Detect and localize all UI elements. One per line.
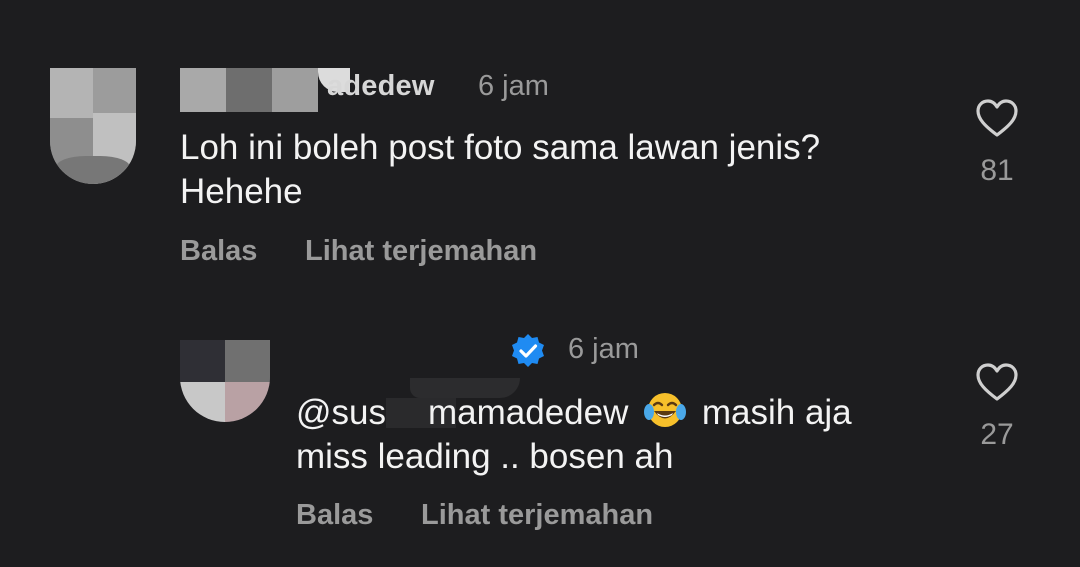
comments-thread: adedew 6 jam Loh ini boleh post foto sam… — [0, 0, 1080, 567]
see-translation-button[interactable]: Lihat terjemahan — [305, 235, 537, 268]
username[interactable]: adedew — [327, 70, 435, 103]
like-count: 27 — [980, 418, 1014, 451]
heart-icon — [976, 99, 1018, 137]
mention-link[interactable]: @sus — [296, 393, 386, 432]
avatar[interactable] — [180, 340, 270, 422]
comment-time: 6 jam — [478, 70, 549, 102]
verified-badge-icon — [512, 334, 544, 367]
comment-text: @sus mamadedew masih aja miss leading .. … — [296, 390, 852, 479]
avatar[interactable] — [50, 68, 136, 184]
reply-button[interactable]: Balas — [296, 499, 373, 532]
reply-button[interactable]: Balas — [180, 235, 257, 268]
like-count: 81 — [980, 154, 1014, 187]
comment-text-part: masih aja — [701, 393, 852, 432]
like-button[interactable]: 27 — [967, 362, 1027, 452]
comment-time: 6 jam — [568, 333, 639, 365]
see-translation-button[interactable]: Lihat terjemahan — [421, 499, 653, 532]
like-button[interactable]: 81 — [967, 98, 1027, 188]
face-with-tears-of-joy-icon — [644, 393, 687, 427]
username-blur — [180, 68, 350, 112]
mention-link-rest[interactable]: mamadedew — [428, 393, 628, 432]
comment-text: Loh ini boleh post foto sama lawan jenis… — [180, 128, 821, 211]
heart-icon — [976, 363, 1018, 401]
